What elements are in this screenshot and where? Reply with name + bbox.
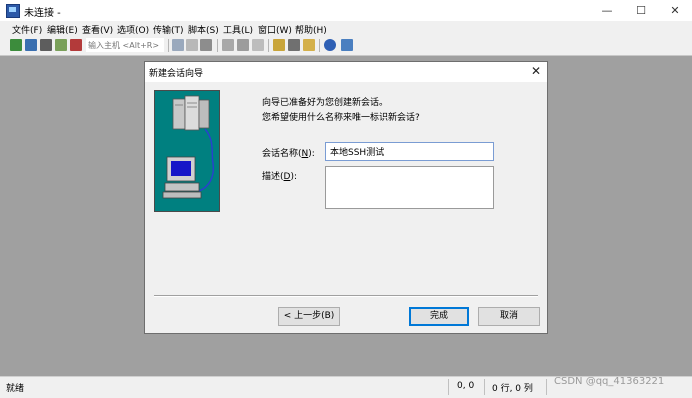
menu-script[interactable]: 脚本(S) xyxy=(188,23,219,36)
wizard-intro-line2: 您希望使用什么名称来唯一标识新会话? xyxy=(262,113,420,123)
global-options-icon[interactable] xyxy=(288,39,300,51)
status-ready: 就绪 xyxy=(6,384,25,394)
print-setup-icon[interactable] xyxy=(237,39,249,51)
reconnect-icon[interactable] xyxy=(55,39,67,51)
new-session-wizard-dialog: 新建会话向导 ✕ 向导已准备好为您创建新会话。 您希望使用什么名称来唯一标识新会… xyxy=(144,61,548,334)
connect-tab-icon[interactable] xyxy=(40,39,52,51)
paste-icon[interactable] xyxy=(186,39,198,51)
menu-bar: 文件(F) 编辑(E) 查看(V) 选项(O) 传输(T) 脚本(S) 工具(L… xyxy=(0,21,692,37)
status-separator xyxy=(448,379,449,395)
wizard-illustration xyxy=(154,90,220,212)
status-position: 0, 0 xyxy=(457,381,475,391)
dialog-close-icon[interactable]: ✕ xyxy=(531,64,541,78)
menu-help[interactable]: 帮助(H) xyxy=(295,23,327,36)
keymap-icon[interactable] xyxy=(303,39,315,51)
toolbar-separator xyxy=(268,39,269,52)
status-separator xyxy=(546,379,547,395)
host-input[interactable] xyxy=(86,38,164,52)
description-textarea[interactable] xyxy=(325,166,494,209)
minimize-icon[interactable]: — xyxy=(590,0,624,21)
close-icon[interactable]: ✕ xyxy=(658,0,692,21)
session-name-label: 会话名称(N): xyxy=(262,146,315,159)
session-name-label-suffix: ): xyxy=(308,149,315,159)
server-computer-icon xyxy=(162,95,215,199)
help-icon[interactable] xyxy=(324,39,336,51)
description-label-suffix: ): xyxy=(290,172,297,182)
status-separator xyxy=(484,379,485,395)
menu-view[interactable]: 查看(V) xyxy=(82,23,113,36)
menu-file[interactable]: 文件(F) xyxy=(12,23,42,36)
window-titlebar: 未连接 - — ☐ ✕ xyxy=(0,0,692,21)
dialog-divider xyxy=(154,295,538,297)
dialog-titlebar: 新建会话向导 ✕ xyxy=(145,62,547,82)
securecrt-app-icon xyxy=(6,4,20,18)
csdn-watermark: CSDN @qq_41363221 xyxy=(554,376,665,387)
print-icon[interactable] xyxy=(222,39,234,51)
session-name-label-text: 会话名称( xyxy=(262,149,302,159)
toolbar-separator xyxy=(217,39,218,52)
maximize-icon[interactable]: ☐ xyxy=(624,0,658,21)
back-button[interactable]: < 上一步(B) xyxy=(278,307,340,326)
session-name-input[interactable] xyxy=(325,142,494,161)
menu-transfer[interactable]: 传输(T) xyxy=(153,23,184,36)
disconnect-icon[interactable] xyxy=(70,39,82,51)
dialog-title: 新建会话向导 xyxy=(149,69,204,79)
about-icon[interactable] xyxy=(341,39,353,51)
description-label-text: 描述( xyxy=(262,172,284,182)
finish-button[interactable]: 完成 xyxy=(409,307,469,326)
toolbar xyxy=(0,37,692,56)
status-rowcol: 0 行, 0 列 xyxy=(492,384,533,394)
session-options-icon[interactable] xyxy=(273,39,285,51)
copy-icon[interactable] xyxy=(172,39,184,51)
toolbar-separator xyxy=(168,39,169,52)
cancel-button[interactable]: 取消 xyxy=(478,307,540,326)
window-title: 未连接 - xyxy=(24,8,61,19)
menu-window[interactable]: 窗口(W) xyxy=(258,23,292,36)
print-screen-icon[interactable] xyxy=(252,39,264,51)
menu-tools[interactable]: 工具(L) xyxy=(223,23,253,36)
connect-icon[interactable] xyxy=(10,39,22,51)
quick-connect-icon[interactable] xyxy=(25,39,37,51)
toolbar-separator xyxy=(319,39,320,52)
menu-edit[interactable]: 编辑(E) xyxy=(47,23,78,36)
find-icon[interactable] xyxy=(200,39,212,51)
menu-options[interactable]: 选项(O) xyxy=(117,23,149,36)
description-label: 描述(D): xyxy=(262,169,297,182)
wizard-intro-line1: 向导已准备好为您创建新会话。 xyxy=(262,98,389,108)
